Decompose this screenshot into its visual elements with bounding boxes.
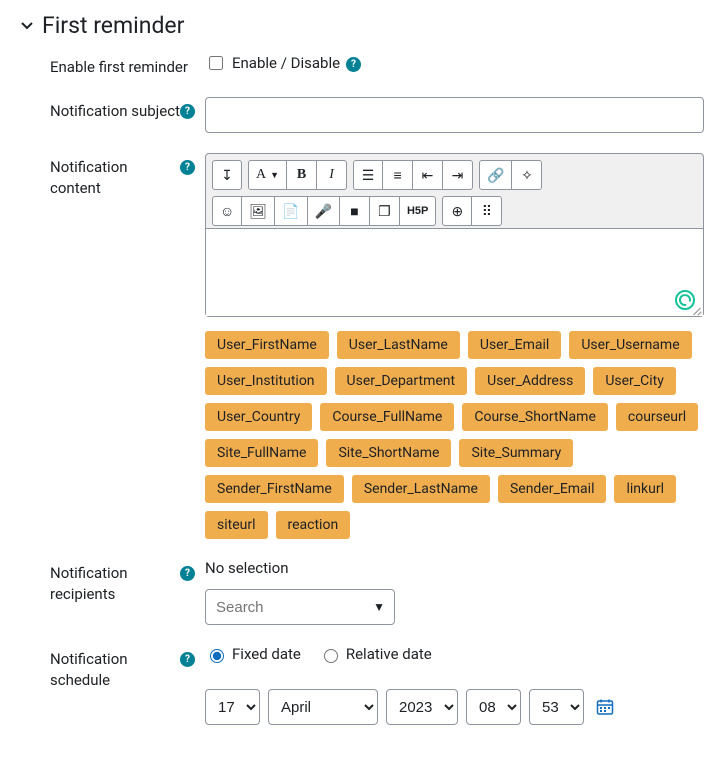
resize-handle-icon[interactable] (692, 305, 702, 315)
recipients-search-input[interactable] (205, 589, 395, 625)
placeholder-tag[interactable]: Course_ShortName (462, 403, 608, 431)
help-icon[interactable]: ? (180, 160, 195, 175)
bold[interactable]: B (287, 160, 317, 190)
placeholder-tag[interactable]: Site_Summary (459, 439, 573, 467)
label-recipients: Notification recipients (50, 563, 180, 604)
radio-fixed-date[interactable]: Fixed date (205, 645, 301, 663)
italic[interactable]: I (317, 160, 347, 190)
indent-icon[interactable]: ⇥ (443, 160, 473, 190)
placeholder-tag[interactable]: siteurl (205, 511, 268, 539)
mic-icon[interactable]: 🎤 (308, 196, 340, 226)
video-icon[interactable]: ■ (340, 196, 370, 226)
font-style[interactable]: A▼ (248, 160, 287, 190)
date-picker-row: 17 April 2023 08 53 (205, 689, 704, 725)
calendar-icon[interactable] (592, 694, 618, 720)
radio-relative-date[interactable]: Relative date (319, 645, 432, 663)
section-title: First reminder (42, 12, 184, 39)
recipients-search[interactable]: ▼ (205, 589, 395, 625)
label-content: Notification content (50, 157, 180, 198)
radio-fixed-input[interactable] (210, 649, 224, 663)
placeholder-tag[interactable]: courseurl (616, 403, 698, 431)
minute-select[interactable]: 53 (529, 689, 584, 725)
placeholder-tag[interactable]: User_Institution (205, 367, 327, 395)
placeholder-tag[interactable]: Sender_FirstName (205, 475, 344, 503)
placeholder-tag[interactable]: Site_ShortName (326, 439, 451, 467)
subject-input[interactable] (205, 97, 704, 133)
row-schedule: Notification schedule ? Fixed date Relat… (20, 645, 704, 725)
placeholder-tag[interactable]: User_Country (205, 403, 312, 431)
label-schedule: Notification schedule (50, 649, 180, 690)
placeholder-tag[interactable]: User_City (593, 367, 676, 395)
emoji-icon[interactable]: ☺ (212, 196, 242, 226)
link-icon[interactable]: 🔗 (479, 160, 512, 190)
enable-checkbox-label: Enable / Disable (232, 54, 340, 72)
h5p-icon[interactable]: H5P (400, 196, 436, 226)
month-select[interactable]: April (268, 689, 378, 725)
year-select[interactable]: 2023 (386, 689, 458, 725)
placeholder-tag[interactable]: User_LastName (337, 331, 460, 359)
accessibility-icon[interactable]: ⊕ (442, 196, 472, 226)
row-content: Notification content ? ↧A▼BI☰≡⇤⇥🔗✧ ☺🖼📄🎤■❐… (20, 153, 704, 539)
row-recipients: Notification recipients ? No selection ▼ (20, 559, 704, 625)
help-icon[interactable]: ? (180, 104, 195, 119)
placeholder-tag[interactable]: User_FirstName (205, 331, 329, 359)
placeholder-tag[interactable]: User_Username (569, 331, 691, 359)
radio-relative-input[interactable] (324, 649, 338, 663)
placeholder-tag[interactable]: User_Department (335, 367, 468, 395)
hour-select[interactable]: 08 (466, 689, 521, 725)
caret-down-icon (20, 19, 34, 33)
unlink-icon[interactable]: ✧ (512, 160, 542, 190)
placeholder-tag[interactable]: linkurl (614, 475, 676, 503)
unordered-list-icon[interactable]: ☰ (353, 160, 383, 190)
outdent-icon[interactable]: ⇤ (413, 160, 443, 190)
label-subject: Notification subject (50, 101, 180, 121)
radio-relative-label: Relative date (346, 645, 432, 663)
editor-textarea[interactable] (206, 228, 703, 316)
editor-toolbar: ↧A▼BI☰≡⇤⇥🔗✧ ☺🖼📄🎤■❐H5P⊕⠿ (206, 154, 703, 228)
label-enable: Enable first reminder (50, 57, 188, 77)
placeholder-tag[interactable]: Sender_LastName (352, 475, 490, 503)
section-header[interactable]: First reminder (20, 12, 704, 39)
schedule-radio-group: Fixed date Relative date (205, 645, 704, 663)
placeholder-tag[interactable]: User_Email (468, 331, 561, 359)
help-icon[interactable]: ? (180, 652, 195, 667)
placeholder-tags: User_FirstNameUser_LastNameUser_EmailUse… (205, 331, 704, 539)
row-subject: Notification subject ? (20, 97, 704, 133)
help-icon[interactable]: ? (346, 57, 361, 72)
enable-checkbox-wrap[interactable]: Enable / Disable ? (205, 53, 361, 73)
expand-icon[interactable]: ↧ (212, 160, 242, 190)
radio-fixed-label: Fixed date (232, 645, 301, 663)
file-icon[interactable]: 📄 (275, 196, 307, 226)
placeholder-tag[interactable]: reaction (276, 511, 351, 539)
files-icon[interactable]: ❐ (370, 196, 400, 226)
day-select[interactable]: 17 (205, 689, 260, 725)
placeholder-tag[interactable]: Site_FullName (205, 439, 318, 467)
editor: ↧A▼BI☰≡⇤⇥🔗✧ ☺🖼📄🎤■❐H5P⊕⠿ (205, 153, 704, 317)
grid-icon[interactable]: ⠿ (472, 196, 502, 226)
enable-checkbox[interactable] (209, 56, 223, 70)
recipients-no-selection: No selection (205, 559, 704, 577)
ordered-list-icon[interactable]: ≡ (383, 160, 413, 190)
help-icon[interactable]: ? (180, 566, 195, 581)
image-icon[interactable]: 🖼 (242, 196, 275, 226)
placeholder-tag[interactable]: Course_FullName (320, 403, 454, 431)
row-enable: Enable first reminder Enable / Disable ? (20, 53, 704, 77)
placeholder-tag[interactable]: User_Address (475, 367, 585, 395)
placeholder-tag[interactable]: Sender_Email (498, 475, 607, 503)
